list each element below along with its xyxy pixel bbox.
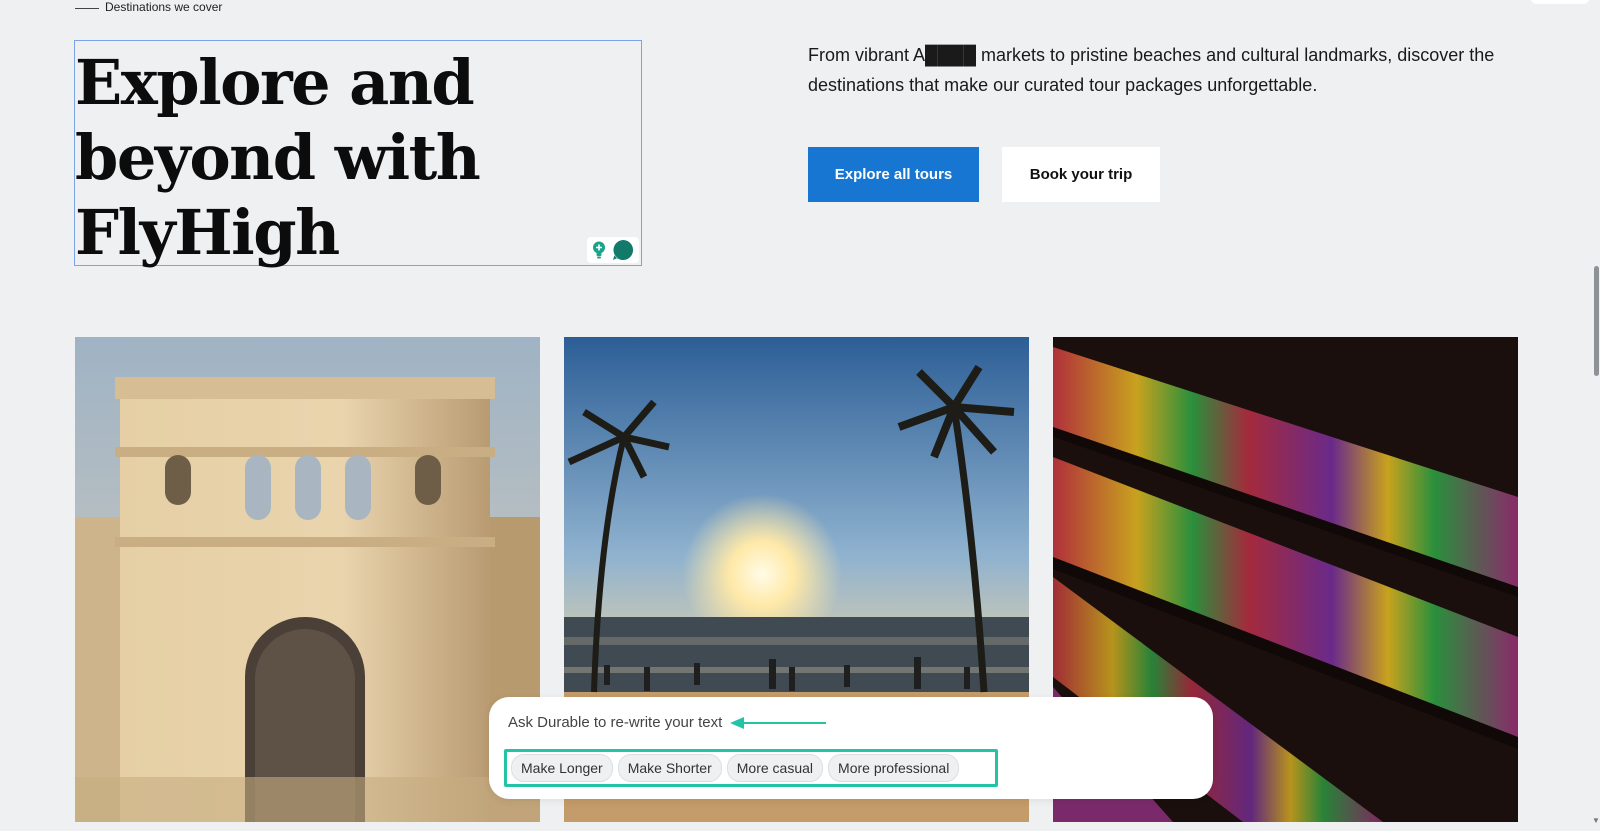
headline-line-3: FlyHigh (75, 196, 340, 269)
scrollbar-thumb[interactable] (1594, 266, 1599, 376)
make-longer-chip[interactable]: Make Longer (511, 754, 613, 782)
ai-rewrite-options: Make Longer Make Shorter More casual Mor… (504, 749, 998, 787)
gallery-image-fort[interactable] (75, 337, 540, 822)
ai-rewrite-prompt-text: Ask Durable to re-write your text (508, 714, 723, 731)
ai-rewrite-prompt: Ask Durable to re-write your text (508, 714, 827, 731)
book-your-trip-button[interactable]: Book your trip (1002, 147, 1160, 202)
text-edit-tools (587, 237, 639, 263)
arrow-left-icon (730, 716, 827, 729)
eyebrow-line (75, 8, 99, 9)
eyebrow-label: Destinations we cover (105, 0, 223, 14)
headline-selection-box[interactable]: Explore and beyond with FlyHigh (74, 40, 642, 269)
ai-rewrite-popover: Ask Durable to re-write your text Make L… (489, 697, 1213, 799)
more-professional-chip[interactable]: More professional (828, 754, 960, 782)
hero-headline[interactable]: Explore and beyond with FlyHigh (75, 45, 635, 270)
ai-lightbulb-icon[interactable] (592, 241, 606, 259)
hero-intro-text: From vibrant A████ markets to pristine b… (808, 45, 1495, 95)
section-eyebrow: Destinations we cover (75, 0, 222, 14)
vertical-scrollbar[interactable]: ▼ (1592, 0, 1600, 831)
scroll-down-icon[interactable]: ▼ (1592, 816, 1600, 825)
headline-line-2: beyond with (75, 121, 481, 194)
chat-bubble-icon[interactable] (612, 239, 634, 261)
top-right-corner-element (1530, 0, 1590, 4)
more-casual-chip[interactable]: More casual (726, 754, 824, 782)
headline-line-1: Explore and (75, 46, 475, 119)
explore-all-tours-button[interactable]: Explore all tours (808, 147, 979, 202)
make-shorter-chip[interactable]: Make Shorter (617, 754, 722, 782)
